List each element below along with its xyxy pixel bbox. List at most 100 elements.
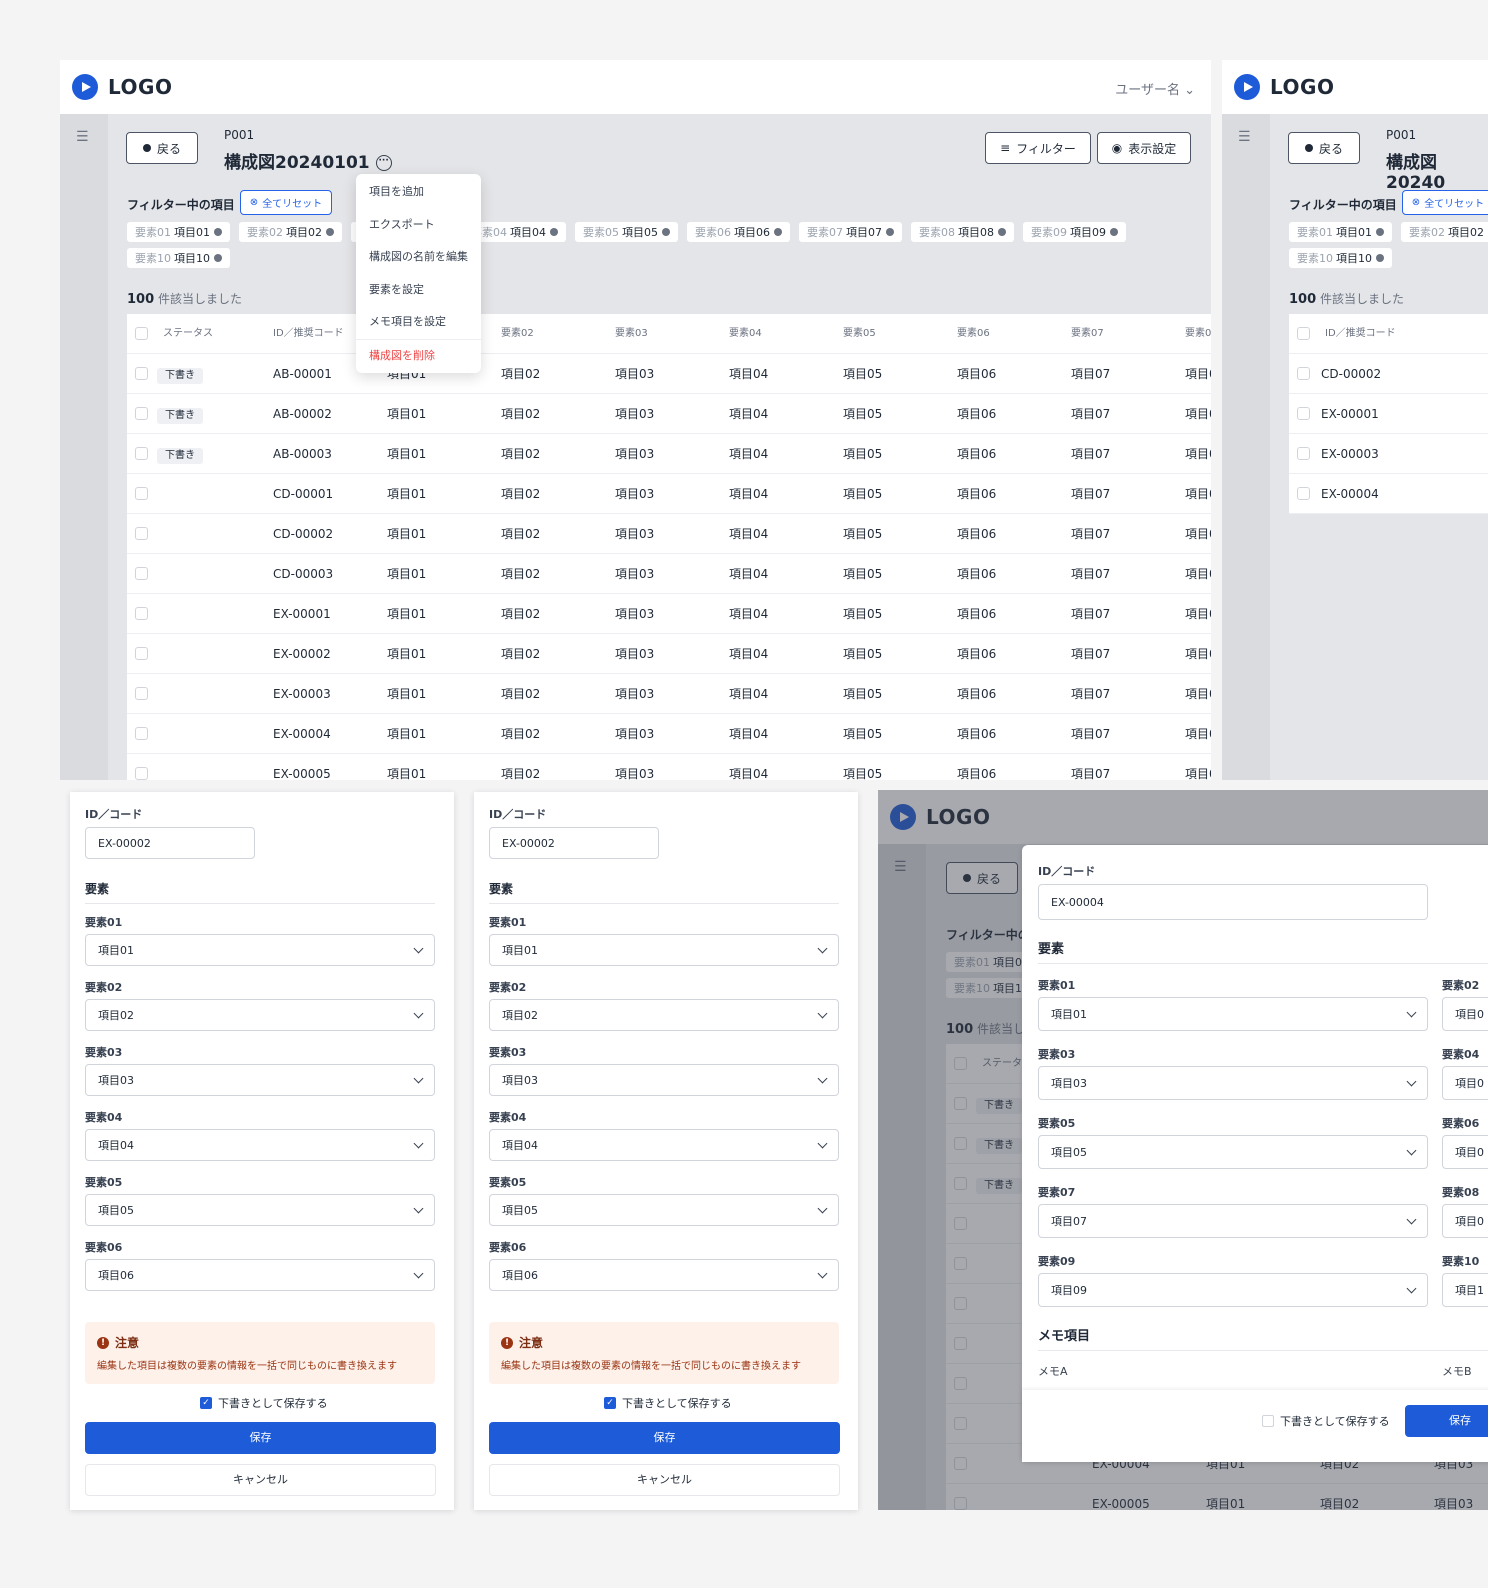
row-checkbox[interactable]: [135, 727, 148, 740]
row-checkbox[interactable]: [1297, 487, 1310, 500]
table-row[interactable]: EX-00004 項目01 項目02 項目03 項目04 項目05 項目06 項目07 項目08: [127, 714, 1211, 754]
field-select[interactable]: 項目03: [1038, 1066, 1428, 1100]
field-select[interactable]: 項目01: [85, 934, 435, 966]
field-select[interactable]: 項目06: [85, 1259, 435, 1291]
id-input[interactable]: EX-00004: [1038, 884, 1428, 920]
chip-remove-icon[interactable]: [326, 228, 334, 236]
column-header[interactable]: 要素06: [957, 314, 990, 354]
table-row[interactable]: 下書き AB-00003 項目01 項目02 項目03 項目04 項目05 項目06 項目07 項…: [127, 434, 1211, 474]
table-row[interactable]: EX-00004: [1289, 474, 1488, 514]
column-header[interactable]: 要素05: [843, 314, 876, 354]
field-select[interactable]: 項目03: [489, 1064, 839, 1096]
row-checkbox[interactable]: [1297, 367, 1310, 380]
more-options-icon[interactable]: ···: [375, 155, 392, 171]
column-header[interactable]: ID／推奨コード: [273, 314, 344, 354]
table-row[interactable]: CD-00002 項目01 項目02 項目03 項目04 項目05 項目06 項目07 項目08: [127, 514, 1211, 554]
table-row[interactable]: 下書き AB-00002 項目01 項目02 項目03 項目04 項目05 項目06 項目07 項…: [127, 394, 1211, 434]
filter-chip[interactable]: 要素02項目02: [239, 222, 342, 242]
row-checkbox[interactable]: [135, 447, 148, 460]
row-checkbox[interactable]: [135, 487, 148, 500]
column-header[interactable]: 要素08: [1185, 314, 1211, 354]
menu-item[interactable]: メモ項目を設定: [356, 306, 481, 339]
field-select[interactable]: 項目03: [85, 1064, 435, 1096]
cancel-button[interactable]: キャンセル: [85, 1464, 436, 1496]
chip-remove-icon[interactable]: [1376, 254, 1384, 262]
row-checkbox[interactable]: [1297, 407, 1310, 420]
chip-remove-icon[interactable]: [998, 228, 1006, 236]
column-header[interactable]: ID／推奨コード: [1325, 314, 1396, 354]
filter-chip[interactable]: 要素10 項目10: [1289, 248, 1392, 268]
filter-chip[interactable]: 要素01 項目01: [127, 222, 230, 242]
filter-chip[interactable]: 要素08 項目08: [911, 222, 1014, 242]
chip-remove-icon[interactable]: [1110, 228, 1118, 236]
field-select[interactable]: 項目0: [1442, 997, 1488, 1031]
field-select[interactable]: 項目1: [1442, 1273, 1488, 1307]
chip-remove-icon[interactable]: [214, 228, 222, 236]
chip-remove-icon[interactable]: [1376, 228, 1384, 236]
draft-checkbox[interactable]: 下書きとして保存する: [1262, 1413, 1390, 1429]
save-button[interactable]: 保存: [1405, 1405, 1488, 1437]
table-row[interactable]: CD-00002: [1289, 354, 1488, 394]
row-checkbox[interactable]: [135, 527, 148, 540]
sliders-icon[interactable]: ☰: [76, 130, 92, 144]
column-header[interactable]: 要素04: [729, 314, 762, 354]
table-row[interactable]: EX-00003: [1289, 434, 1488, 474]
table-row[interactable]: CD-00003 項目01 項目02 項目03 項目04 項目05 項目06 項目07 項目08: [127, 554, 1211, 594]
column-header[interactable]: 要素07: [1071, 314, 1104, 354]
field-select[interactable]: 項目02: [85, 999, 435, 1031]
select-all-checkbox[interactable]: [1297, 327, 1310, 340]
back-button[interactable]: 戻る: [126, 132, 198, 164]
filter-chip[interactable]: 要素02項目02: [1401, 222, 1488, 242]
row-checkbox[interactable]: [135, 567, 148, 580]
filter-chip[interactable]: 要素07 項目07: [799, 222, 902, 242]
user-menu[interactable]: ユーザー名 ⌄: [1115, 79, 1195, 98]
table-row[interactable]: EX-00003 項目01 項目02 項目03 項目04 項目05 項目06 項目07 項目08: [127, 674, 1211, 714]
field-select[interactable]: 項目02: [489, 999, 839, 1031]
table-row[interactable]: EX-00001: [1289, 394, 1488, 434]
field-select[interactable]: 項目0: [1442, 1135, 1488, 1169]
table-row[interactable]: EX-00005 項目01 項目02 項目03 項目04 項目05 項目06 項目07 項目08: [127, 754, 1211, 780]
chip-remove-icon[interactable]: [550, 228, 558, 236]
row-checkbox[interactable]: [135, 647, 148, 660]
field-select[interactable]: 項目04: [85, 1129, 435, 1161]
filter-chip[interactable]: 要素10 項目10: [127, 248, 230, 268]
field-select[interactable]: 項目05: [1038, 1135, 1428, 1169]
field-select[interactable]: 項目0: [1442, 1204, 1488, 1238]
save-button[interactable]: 保存: [85, 1422, 436, 1454]
sliders-icon[interactable]: ☰: [1238, 130, 1254, 144]
menu-item[interactable]: 構成図の名前を編集: [356, 241, 481, 274]
filter-chip[interactable]: 要素05項目05: [575, 222, 678, 242]
table-row[interactable]: EX-00001 項目01 項目02 項目03 項目04 項目05 項目06 項目07 項目08: [127, 594, 1211, 634]
row-checkbox[interactable]: [135, 607, 148, 620]
id-input[interactable]: EX-00002: [85, 827, 255, 859]
field-select[interactable]: 項目0: [1442, 1066, 1488, 1100]
chip-remove-icon[interactable]: [214, 254, 222, 262]
filter-chip[interactable]: 要素01 項目01: [1289, 222, 1392, 242]
field-select[interactable]: 項目05: [85, 1194, 435, 1226]
chip-remove-icon[interactable]: [886, 228, 894, 236]
draft-checkbox[interactable]: ✓ 下書きとして保存する: [604, 1395, 732, 1411]
back-button[interactable]: 戻る: [1288, 132, 1360, 164]
row-checkbox[interactable]: [135, 407, 148, 420]
field-select[interactable]: 項目01: [489, 934, 839, 966]
row-checkbox[interactable]: [135, 687, 148, 700]
field-select[interactable]: 項目01: [1038, 997, 1428, 1031]
table-row[interactable]: 下書き AB-00001 項目01 項目02 項目03 項目04 項目05 項目06 項目07 項…: [127, 354, 1211, 394]
column-header[interactable]: ステータス: [163, 314, 213, 354]
select-all-checkbox[interactable]: [135, 327, 148, 340]
chip-remove-icon[interactable]: [662, 228, 670, 236]
row-checkbox[interactable]: [135, 767, 148, 780]
field-select[interactable]: 項目05: [489, 1194, 839, 1226]
filter-button[interactable]: ≡ フィルター: [985, 132, 1091, 164]
table-row[interactable]: EX-00002 項目01 項目02 項目03 項目04 項目05 項目06 項目07 項目08: [127, 634, 1211, 674]
row-checkbox[interactable]: [1297, 447, 1310, 460]
save-button[interactable]: 保存: [489, 1422, 840, 1454]
menu-item[interactable]: 要素を設定: [356, 274, 481, 307]
reset-all-button[interactable]: ⊗ 全てリセット: [240, 190, 332, 215]
menu-item[interactable]: エクスポート: [356, 209, 481, 242]
draft-checkbox[interactable]: ✓ 下書きとして保存する: [200, 1395, 328, 1411]
row-checkbox[interactable]: [135, 367, 148, 380]
cancel-button[interactable]: キャンセル: [489, 1464, 840, 1496]
column-header[interactable]: 要素02: [501, 314, 534, 354]
filter-chip[interactable]: 要素09 項目09: [1023, 222, 1126, 242]
